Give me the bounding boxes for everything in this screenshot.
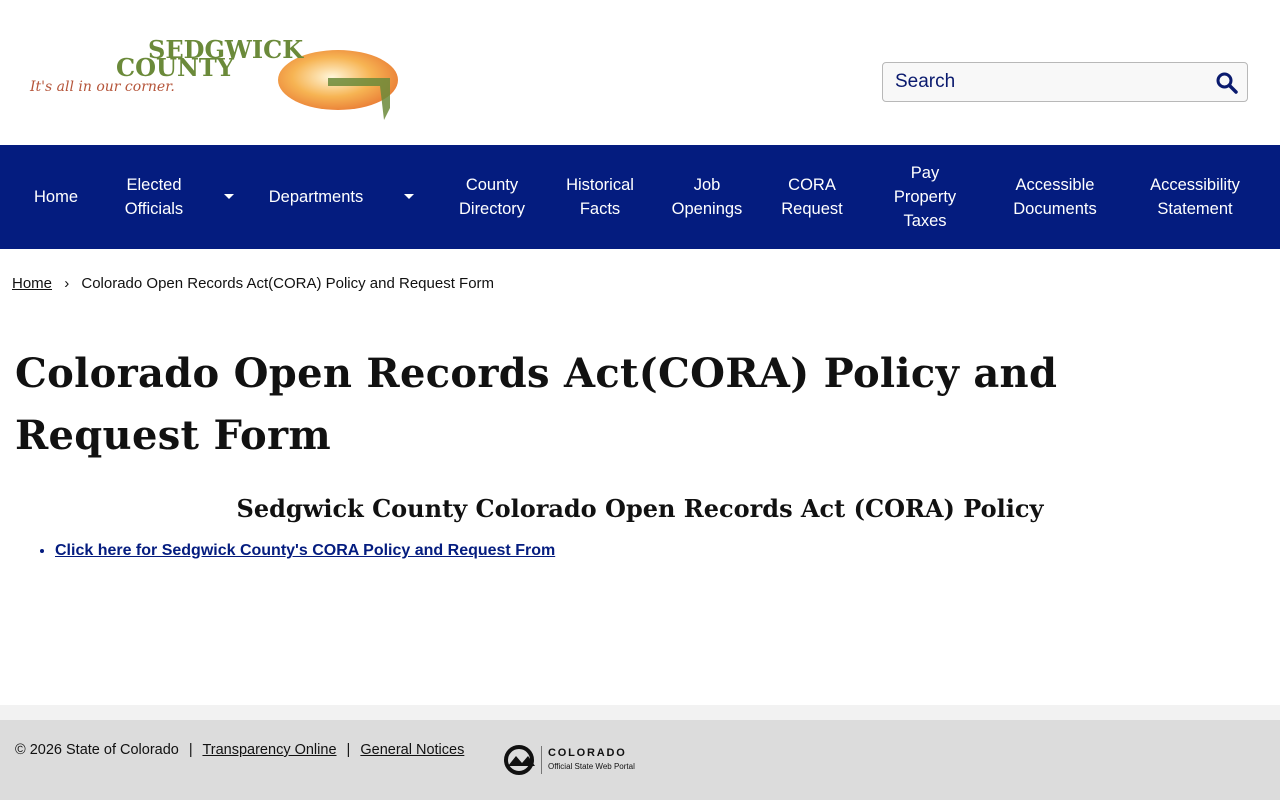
nav-departments[interactable]: Departments [258,145,374,249]
cora-policy-link[interactable]: Click here for Sedgwick County's CORA Po… [55,542,555,559]
colorado-logo-subtitle: Official State Web Portal [548,762,635,771]
logo-tagline: It's all in our corner. [29,79,175,95]
breadcrumb-current: Colorado Open Records Act(CORA) Policy a… [81,275,495,292]
section-heading: Sedgwick County Colorado Open Records Ac… [236,494,1044,523]
nav-pay-property-taxes[interactable]: Pay Property Taxes [880,145,970,249]
footer-divider [0,705,1280,720]
elected-officials-dropdown-toggle[interactable] [219,145,239,249]
colorado-logo-title: COLORADO [548,747,627,759]
footer-links: © 2026 State of Colorado | Transparency … [15,742,464,758]
nav-job-openings[interactable]: Job Openings [664,145,750,249]
nav-accessibility-statement[interactable]: Accessibility Statement [1136,145,1254,249]
logo-graphic: SEDGWICK COUNTY It's all in our corner. [29,36,398,120]
footer-separator: | [188,742,193,758]
footer-separator: | [346,742,351,758]
logo-name-line2: COUNTY [116,53,235,82]
search-button[interactable] [1215,71,1239,95]
nav-historical-facts[interactable]: Historical Facts [552,145,648,249]
magnifier-icon [1216,72,1238,94]
search-input[interactable] [883,63,1203,101]
nav-elected-officials[interactable]: Elected Officials [110,145,198,249]
site-footer: © 2026 State of Colorado | Transparency … [0,720,1280,800]
link-list: Click here for Sedgwick County's CORA Po… [0,542,555,560]
breadcrumb: Home › Colorado Open Records Act(CORA) P… [12,275,494,292]
search-box [882,62,1248,102]
caret-down-icon [224,194,234,199]
nav-cora-request[interactable]: CORA Request [772,145,852,249]
departments-dropdown-toggle[interactable] [399,145,419,249]
breadcrumb-home-link[interactable]: Home [12,275,52,292]
transparency-online-link[interactable]: Transparency Online [202,742,336,758]
main-nav: Home Elected Officials Departments Count… [0,145,1280,249]
caret-down-icon [404,194,414,199]
site-header: SEDGWICK COUNTY It's all in our corner. [0,0,1280,145]
nav-county-directory[interactable]: County Directory [447,145,537,249]
colorado-c-icon [504,745,542,775]
sedgwick-county-logo[interactable]: SEDGWICK COUNTY It's all in our corner. [28,36,400,126]
list-item: Click here for Sedgwick County's CORA Po… [55,542,555,560]
copyright-text: © 2026 State of Colorado [15,742,179,758]
colorado-portal-logo[interactable]: COLORADO Official State Web Portal [502,744,642,776]
nav-home[interactable]: Home [22,145,90,249]
nav-accessible-documents[interactable]: Accessible Documents [1002,145,1108,249]
page-title: Colorado Open Records Act(CORA) Policy a… [15,350,1058,459]
general-notices-link[interactable]: General Notices [360,742,464,758]
breadcrumb-separator: › [64,275,70,292]
